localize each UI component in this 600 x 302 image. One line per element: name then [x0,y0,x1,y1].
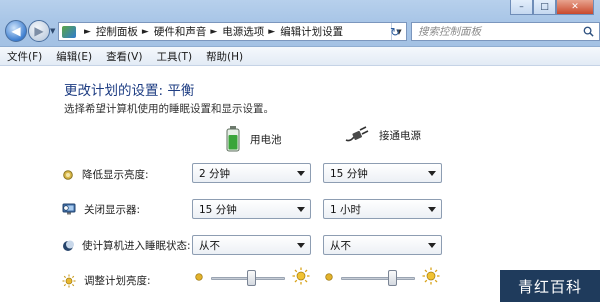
minimize-button[interactable]: – [510,0,533,15]
chevron-down-icon [297,243,305,248]
search-icon[interactable] [583,26,594,37]
page-subtitle: 选择希望计算机使用的睡眠设置和显示设置。 [64,103,274,115]
turn-off-display-row-label: 关闭显示器: [62,202,140,217]
dim-brightness-icon [63,169,73,180]
menu-help[interactable]: 帮助(H) [206,49,243,64]
menu-tools[interactable]: 工具(T) [156,49,192,64]
menu-edit[interactable]: 编辑(E) [56,49,92,64]
dim-display-plugged-select[interactable]: 15 分钟 [323,163,442,183]
search-box[interactable]: 搜索控制面板 [411,22,600,41]
chevron-down-icon [297,171,305,176]
chevron-down-icon [428,243,436,248]
monitor-icon [62,203,76,215]
breadcrumb-control-panel[interactable]: 控制面板 [96,24,138,39]
page-title: 更改计划的设置: 平衡 [64,83,195,99]
brightness-sun-icon [62,274,76,287]
dim-display-battery-select[interactable]: 2 分钟 [192,163,311,183]
main-content: 更改计划的设置: 平衡 选择希望计算机使用的睡眠设置和显示设置。 用电池 接通电… [0,66,600,302]
plugged-column-label: 接通电源 [379,129,421,142]
column-header-battery: 用电池 [226,126,282,152]
dim-display-row-label: 降低显示亮度: [62,167,149,182]
arrow-left-icon: ◀ [11,24,21,38]
chevron-down-icon [428,171,436,176]
slider-thumb[interactable] [387,270,397,286]
refresh-icon: ↻ [389,24,401,39]
sleep-moon-icon [63,240,74,251]
chevron-right-icon[interactable]: ► [268,27,275,37]
sleep-row-label: 使计算机进入睡眠状态: [62,238,191,253]
recent-pages-chevron-icon[interactable]: ▼ [50,27,55,35]
menu-bar: 文件(F) 编辑(E) 查看(V) 工具(T) 帮助(H) [0,47,600,66]
navigation-bar: ◀ ▶ ▼ ► 控制面板 ► 硬件和声音 ► 电源选项 ► 编辑计划设置 ▼ ↻… [0,17,600,45]
window-controls: – □ ✕ [510,0,594,16]
chevron-down-icon [428,207,436,212]
brightness-plugged-slider[interactable] [324,267,442,289]
menu-file[interactable]: 文件(F) [7,49,42,64]
turn-off-display-label: 关闭显示器: [84,204,141,216]
brightness-battery-slider[interactable] [194,267,312,289]
select-value: 从不 [330,239,351,252]
select-value: 2 分钟 [199,167,231,180]
brightness-low-icon [325,273,333,281]
back-button[interactable]: ◀ [5,20,27,42]
column-header-plugged: 接通电源 [344,126,421,144]
search-placeholder: 搜索控制面板 [418,26,481,38]
sleep-plugged-select[interactable]: 从不 [323,235,442,255]
brightness-low-icon [195,273,203,281]
watermark: 青红百科 [500,270,600,302]
brightness-label: 调整计划亮度: [84,275,151,287]
chevron-down-icon [297,207,305,212]
select-value: 从不 [199,239,220,252]
address-bar[interactable]: ► 控制面板 ► 硬件和声音 ► 电源选项 ► 编辑计划设置 ▼ [58,22,407,41]
close-button[interactable]: ✕ [556,0,594,15]
power-plug-icon [345,126,369,142]
turn-off-display-battery-select[interactable]: 15 分钟 [192,199,311,219]
dim-display-label: 降低显示亮度: [82,169,149,181]
arrow-right-icon: ▶ [34,24,44,38]
sleep-label: 使计算机进入睡眠状态: [82,240,191,252]
window-chrome: – □ ✕ ◀ ▶ ▼ ► 控制面板 ► 硬件和声音 ► 电源选项 ► 编辑计划… [0,0,600,47]
forward-button[interactable]: ▶ [28,20,50,42]
breadcrumb-hardware-sound[interactable]: 硬件和声音 [154,24,207,39]
chevron-right-icon[interactable]: ► [84,27,91,37]
maximize-button[interactable]: □ [533,0,556,15]
breadcrumb-power-options[interactable]: 电源选项 [222,24,264,39]
select-value: 15 分钟 [330,167,368,180]
slider-track[interactable] [341,277,415,280]
brightness-high-icon [422,267,440,285]
menu-view[interactable]: 查看(V) [106,49,142,64]
battery-column-label: 用电池 [250,133,282,146]
turn-off-display-plugged-select[interactable]: 1 小时 [323,199,442,219]
breadcrumb-edit-plan[interactable]: 编辑计划设置 [280,24,343,39]
chevron-right-icon[interactable]: ► [210,27,217,37]
select-value: 15 分钟 [199,203,237,216]
sleep-battery-select[interactable]: 从不 [192,235,311,255]
select-value: 1 小时 [330,203,362,216]
refresh-button[interactable]: ↻ [384,22,406,41]
brightness-row-label: 调整计划亮度: [62,273,151,288]
brightness-high-icon [292,267,310,285]
slider-thumb[interactable] [246,270,256,286]
battery-icon [226,126,240,152]
control-panel-icon [62,25,76,38]
chevron-right-icon[interactable]: ► [142,27,149,37]
